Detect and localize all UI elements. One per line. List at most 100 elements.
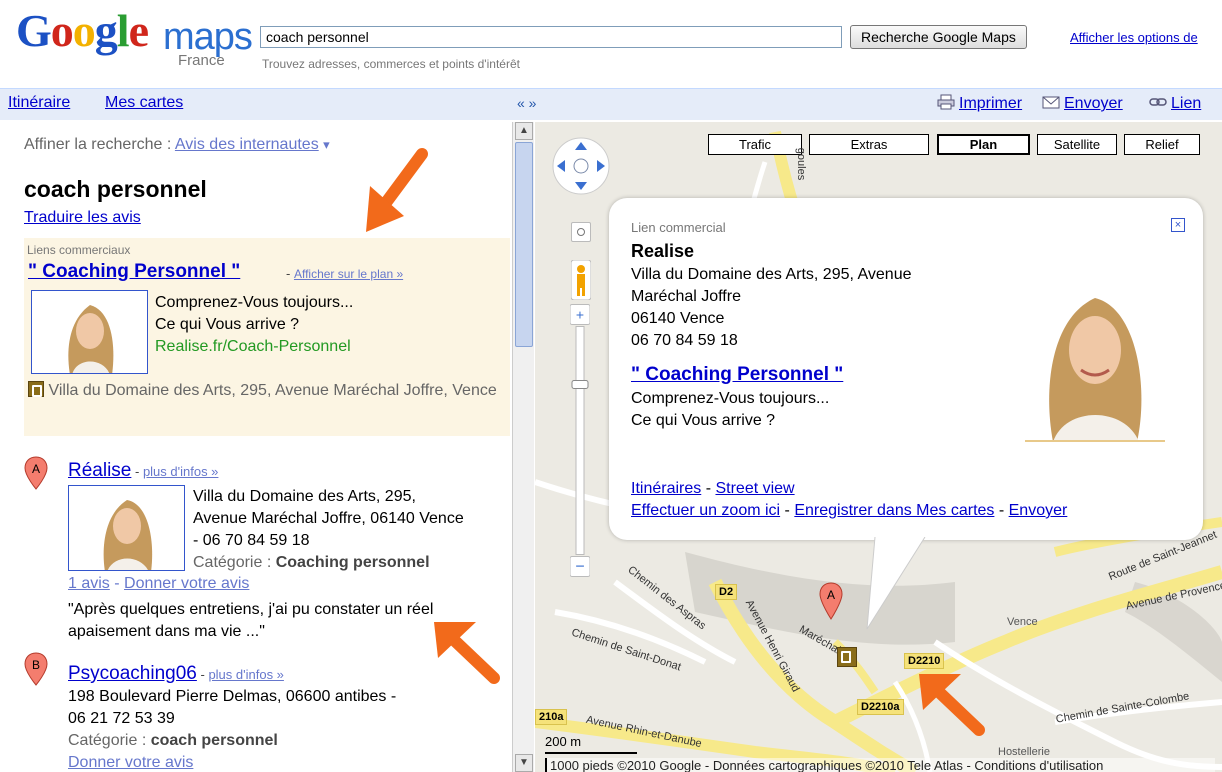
info-window-links-row-2: Effectuer un zoom ici - Enregistrer dans… bbox=[631, 502, 1067, 520]
ad-photo[interactable] bbox=[31, 290, 148, 374]
result-a-address-1: Villa du Domaine des Arts, 295, bbox=[193, 488, 416, 505]
copyright-text[interactable]: ©2010 Google - Données cartographiques ©… bbox=[617, 758, 1103, 772]
woman-portrait-image bbox=[1025, 278, 1165, 442]
map-type-extras-button[interactable]: Extras bbox=[809, 134, 929, 155]
zoom-here-link[interactable]: Effectuer un zoom ici bbox=[631, 502, 780, 519]
info-window-name: Realise bbox=[631, 241, 695, 261]
send-link[interactable]: Envoyer bbox=[1009, 502, 1068, 519]
business-marker-icon[interactable] bbox=[837, 647, 857, 667]
separator: - bbox=[286, 266, 294, 281]
search-button[interactable]: Recherche Google Maps bbox=[850, 25, 1027, 49]
ad-url[interactable]: Realise.fr/Coach-Personnel bbox=[155, 338, 351, 356]
zoom-in-icon: + bbox=[576, 307, 584, 323]
logo-country: France bbox=[178, 52, 225, 69]
road-badge-210a: 210a bbox=[535, 709, 568, 725]
printer-icon bbox=[937, 94, 955, 110]
annotation-arrow-icon bbox=[434, 622, 500, 684]
panel-scrollbar[interactable]: ▲ ▼ bbox=[512, 122, 534, 772]
separator: - bbox=[994, 502, 1009, 519]
separator: - bbox=[780, 502, 795, 519]
envelope-icon bbox=[1042, 96, 1060, 109]
print-tool[interactable]: Imprimer bbox=[937, 94, 1022, 113]
send-link[interactable]: Envoyer bbox=[1064, 95, 1123, 112]
directions-link[interactable]: Itinéraires bbox=[631, 480, 701, 497]
reset-view-button[interactable] bbox=[571, 222, 591, 242]
zoom-out-icon: − bbox=[575, 559, 584, 576]
scale-bar: 200 m bbox=[545, 734, 581, 749]
link-link[interactable]: Lien bbox=[1171, 95, 1201, 112]
map-canvas[interactable]: Trafic Extras Plan Satellite Relief + − … bbox=[535, 122, 1222, 772]
info-window-photo[interactable] bbox=[1025, 278, 1165, 442]
chain-link-icon bbox=[1149, 98, 1167, 106]
nav-itineraire-link[interactable]: Itinéraire bbox=[8, 94, 70, 112]
search-hint: Trouvez adresses, commerces et points d'… bbox=[262, 57, 520, 71]
search-input[interactable] bbox=[260, 26, 842, 48]
result-b-name-link[interactable]: Psycoaching06 bbox=[68, 663, 197, 684]
scroll-thumb[interactable] bbox=[515, 142, 533, 347]
map-copyright: 1000 pieds ©2010 Google - Données cartog… bbox=[545, 758, 1215, 772]
category-label: Catégorie : bbox=[68, 732, 151, 749]
collapse-panel-toggle[interactable]: « » bbox=[517, 95, 536, 111]
refine-reviews-link[interactable]: Avis des internautes bbox=[175, 136, 319, 153]
result-a-more-link[interactable]: plus d'infos » bbox=[143, 464, 218, 479]
google-logo[interactable]: Google bbox=[16, 5, 149, 56]
search-options-link[interactable]: Afficher les options de bbox=[1070, 30, 1198, 45]
print-link[interactable]: Imprimer bbox=[959, 95, 1022, 112]
caret-down-icon[interactable]: ▾ bbox=[323, 137, 330, 152]
info-window-ad-title-link[interactable]: " Coaching Personnel " bbox=[631, 364, 843, 386]
separator: - bbox=[196, 667, 209, 682]
annotation-arrow-icon bbox=[919, 674, 985, 736]
annotation-arrow-icon bbox=[366, 148, 428, 232]
map-type-satellite-button[interactable]: Satellite bbox=[1037, 134, 1117, 155]
scroll-up-arrow-icon[interactable]: ▲ bbox=[515, 122, 533, 140]
ad-address-text: Villa du Domaine des Arts, 295, Avenue M… bbox=[48, 382, 497, 399]
header: Google maps France Trouvez adresses, com… bbox=[0, 0, 1222, 84]
result-b-give-review-link[interactable]: Donner votre avis bbox=[68, 754, 193, 772]
zoom-slider[interactable]: + − bbox=[570, 302, 590, 577]
result-a-reviews: 1 avis - Donner votre avis bbox=[68, 575, 249, 593]
category-value: coach personnel bbox=[150, 732, 278, 749]
save-to-my-maps-link[interactable]: Enregistrer dans Mes cartes bbox=[794, 502, 994, 519]
map-marker-a-icon[interactable]: A bbox=[819, 582, 843, 620]
map-marker-b-icon[interactable]: B bbox=[24, 652, 48, 686]
pan-control[interactable] bbox=[551, 136, 611, 196]
translate-reviews-link[interactable]: Traduire les avis bbox=[24, 209, 141, 227]
sponsored-label: Liens commerciaux bbox=[27, 243, 131, 257]
info-window-line-1: Comprenez-Vous toujours... bbox=[631, 390, 830, 407]
show-on-map-link[interactable]: Afficher sur le plan » bbox=[294, 267, 403, 281]
result-a-address-3: - 06 70 84 59 18 bbox=[193, 532, 310, 549]
logo-letter: o bbox=[50, 5, 74, 56]
street-view-link[interactable]: Street view bbox=[715, 480, 794, 497]
map-type-plan-button[interactable]: Plan bbox=[937, 134, 1030, 155]
info-window-address-2: Maréchal Joffre bbox=[631, 288, 741, 305]
woman-portrait-image bbox=[32, 291, 147, 373]
sponsored-box: Liens commerciaux " Coaching Personnel "… bbox=[24, 238, 510, 436]
give-review-link[interactable]: Donner votre avis bbox=[124, 575, 249, 592]
logo-letter: g bbox=[94, 5, 118, 56]
ad-address: Villa du Domaine des Arts, 295, Avenue M… bbox=[28, 380, 498, 402]
map-type-relief-button[interactable]: Relief bbox=[1124, 134, 1200, 155]
link-tool[interactable]: Lien bbox=[1149, 94, 1201, 113]
woman-portrait-image bbox=[69, 486, 184, 570]
result-b-more-link[interactable]: plus d'infos » bbox=[208, 667, 283, 682]
road-badge-d2: D2 bbox=[715, 584, 738, 600]
nav-mes-cartes-link[interactable]: Mes cartes bbox=[105, 94, 183, 112]
map-type-traffic-button[interactable]: Trafic bbox=[708, 134, 802, 155]
result-a-photo[interactable] bbox=[68, 485, 185, 571]
scroll-down-arrow-icon[interactable]: ▼ bbox=[515, 754, 533, 772]
result-a-category: Catégorie : Coaching personnel bbox=[193, 554, 430, 572]
reviews-count-link[interactable]: 1 avis bbox=[68, 575, 110, 592]
pegman-icon[interactable] bbox=[571, 260, 591, 300]
toolbar: Itinéraire Mes cartes « » Imprimer Envoy… bbox=[0, 88, 1222, 120]
map-marker-a-icon[interactable]: A bbox=[24, 456, 48, 490]
send-tool[interactable]: Envoyer bbox=[1042, 94, 1123, 113]
zoom-thumb bbox=[571, 380, 589, 389]
results-panel: Affiner la recherche : Avis des internau… bbox=[0, 122, 512, 772]
ad-title-link[interactable]: " Coaching Personnel " bbox=[28, 261, 240, 283]
result-b-category: Catégorie : coach personnel bbox=[68, 732, 278, 750]
close-icon[interactable]: × bbox=[1171, 218, 1185, 232]
result-a-name-link[interactable]: Réalise bbox=[68, 460, 131, 481]
result-b-address-1: 198 Boulevard Pierre Delmas, 06600 antib… bbox=[68, 688, 397, 705]
info-window-line-2: Ce qui Vous arrive ? bbox=[631, 412, 776, 429]
marker-letter: B bbox=[32, 658, 40, 672]
